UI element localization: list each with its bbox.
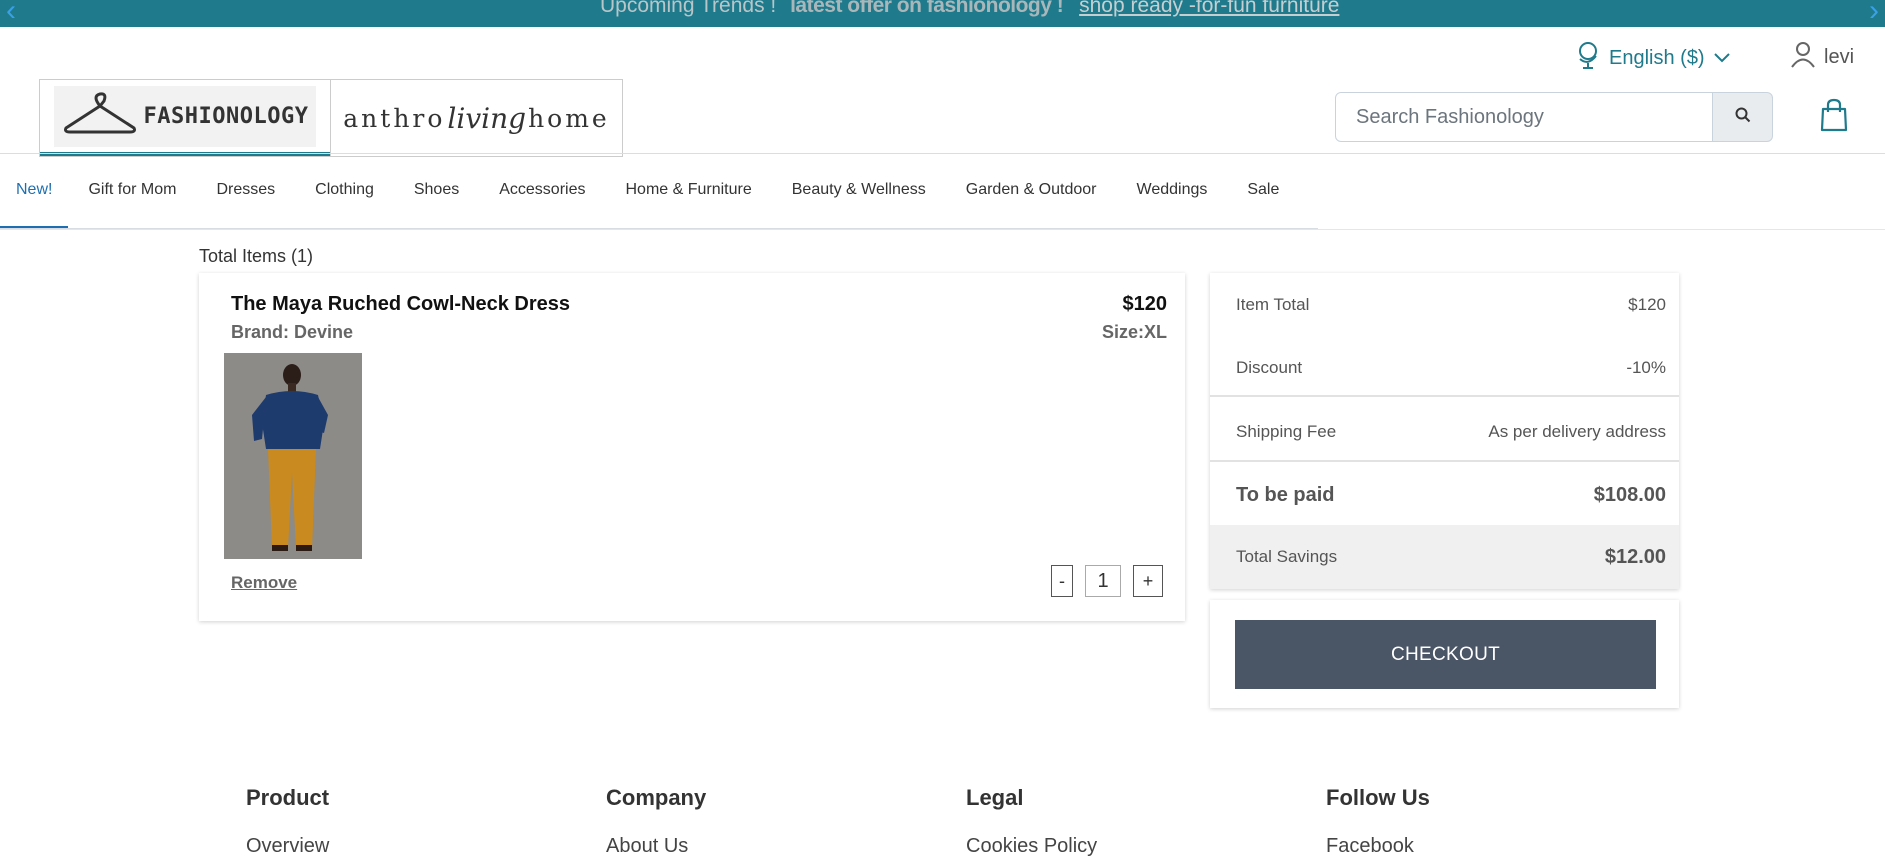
hanger-icon bbox=[62, 91, 138, 141]
product-image[interactable] bbox=[224, 353, 362, 559]
cart-item-card: The Maya Ruched Cowl-Neck Dress Brand: D… bbox=[199, 273, 1185, 621]
nav-bottom-divider bbox=[0, 229, 1885, 230]
item-total-label: Item Total bbox=[1236, 295, 1310, 314]
fashionology-logo-text: FASHIONOLOGY bbox=[143, 103, 309, 129]
footer-col-company: Company About Us bbox=[606, 785, 706, 858]
brand-logos: FASHIONOLOGY anthro living home bbox=[39, 79, 623, 157]
banner-link[interactable]: shop ready -for-fun furniture bbox=[1079, 0, 1339, 17]
anthro-text-right: home bbox=[528, 103, 610, 133]
footer-col-product: Product Overview bbox=[246, 785, 329, 858]
language-selector[interactable]: English ($) bbox=[1575, 40, 1731, 76]
language-label: English ($) bbox=[1609, 46, 1705, 69]
nav-item-sale[interactable]: Sale bbox=[1227, 154, 1299, 228]
summary-total-savings: Total Savings $12.00 bbox=[1210, 539, 1679, 575]
shipping-label: Shipping Fee bbox=[1236, 422, 1337, 441]
summary-divider bbox=[1210, 395, 1679, 397]
promo-banner: ‹ Upcoming Trends ! latest offer on fash… bbox=[0, 0, 1885, 27]
nav-item-accessories[interactable]: Accessories bbox=[479, 154, 605, 228]
nav-item-garden-outdoor[interactable]: Garden & Outdoor bbox=[946, 154, 1117, 228]
discount-value: -10% bbox=[1626, 358, 1666, 377]
total-savings-label: Total Savings bbox=[1236, 547, 1338, 566]
search-bar bbox=[1335, 92, 1773, 142]
footer-heading: Company bbox=[606, 785, 707, 810]
nav-item-gift-for-mom[interactable]: Gift for Mom bbox=[68, 154, 196, 228]
nav-item-dresses[interactable]: Dresses bbox=[196, 154, 295, 228]
product-brand: Brand: Devine bbox=[231, 322, 354, 342]
nav-item-new[interactable]: New! bbox=[0, 154, 69, 228]
checkout-button[interactable]: CHECKOUT bbox=[1235, 620, 1656, 689]
footer-heading: Product bbox=[246, 785, 330, 810]
quantity-stepper: - 1 + bbox=[1051, 565, 1163, 597]
summary-discount: Discount -10% bbox=[1210, 350, 1679, 386]
summary-to-be-paid: To be paid $108.00 bbox=[1210, 477, 1679, 513]
order-summary: Item Total $120 Discount -10% Shipping F… bbox=[1210, 273, 1679, 589]
user-icon bbox=[1790, 40, 1816, 74]
total-items-count: Total Items (1) bbox=[199, 246, 314, 266]
quantity-value[interactable]: 1 bbox=[1085, 565, 1121, 597]
category-nav: New! Gift for Mom Dresses Clothing Shoes… bbox=[0, 154, 1318, 230]
user-account[interactable]: levi bbox=[1790, 40, 1854, 74]
checkout-card: CHECKOUT bbox=[1210, 600, 1679, 708]
footer-heading: Follow Us bbox=[1326, 785, 1430, 810]
footer-link[interactable]: About Us bbox=[606, 835, 706, 858]
summary-shipping: Shipping Fee As per delivery address bbox=[1210, 414, 1679, 450]
quantity-increase-button[interactable]: + bbox=[1133, 565, 1163, 597]
nav-item-weddings[interactable]: Weddings bbox=[1117, 154, 1228, 228]
search-input[interactable] bbox=[1335, 92, 1713, 142]
fashionology-logo[interactable]: FASHIONOLOGY bbox=[40, 80, 330, 156]
chevron-down-icon bbox=[1713, 47, 1731, 70]
chevron-left-icon[interactable]: ‹ bbox=[6, 0, 16, 26]
search-icon bbox=[1735, 107, 1751, 128]
product-size: Size:XL bbox=[1101, 322, 1167, 342]
nav-item-home-furniture[interactable]: Home & Furniture bbox=[605, 154, 771, 228]
product-name[interactable]: The Maya Ruched Cowl-Neck Dress bbox=[231, 293, 570, 316]
nav-item-beauty-wellness[interactable]: Beauty & Wellness bbox=[772, 154, 946, 228]
to-be-paid-label: To be paid bbox=[1236, 483, 1335, 506]
footer-link[interactable]: Overview bbox=[246, 835, 329, 858]
footer-col-legal: Legal Cookies Policy bbox=[966, 785, 1097, 858]
item-total-value: $120 bbox=[1628, 295, 1666, 314]
summary-item-total: Item Total $120 bbox=[1210, 287, 1679, 323]
user-name: levi bbox=[1824, 45, 1855, 68]
total-savings-value: $12.00 bbox=[1604, 545, 1666, 568]
anthro-text-script: living bbox=[447, 101, 527, 135]
chevron-right-icon[interactable]: › bbox=[1869, 0, 1879, 26]
remove-link[interactable]: Remove bbox=[231, 573, 297, 593]
footer-heading: Legal bbox=[966, 785, 1024, 810]
footer-col-follow-us: Follow Us Facebook bbox=[1326, 785, 1430, 858]
anthro-text-left: anthro bbox=[343, 103, 446, 133]
search-button[interactable] bbox=[1713, 92, 1773, 142]
to-be-paid-value: $108.00 bbox=[1593, 483, 1666, 506]
shopping-bag-icon[interactable] bbox=[1820, 98, 1848, 137]
banner-offer: latest offer on fashionology ! bbox=[790, 0, 1064, 17]
product-price: $120 bbox=[1122, 293, 1168, 315]
anthroliving-logo[interactable]: anthro living home bbox=[330, 80, 622, 156]
globe-icon bbox=[1575, 40, 1601, 76]
banner-upcoming: Upcoming Trends ! bbox=[600, 0, 777, 17]
nav-item-clothing[interactable]: Clothing bbox=[295, 154, 394, 228]
discount-label: Discount bbox=[1236, 358, 1303, 377]
quantity-decrease-button[interactable]: - bbox=[1051, 565, 1073, 597]
nav-item-shoes[interactable]: Shoes bbox=[394, 154, 479, 228]
summary-divider bbox=[1210, 460, 1679, 462]
banner-text: Upcoming Trends ! latest offer on fashio… bbox=[600, 0, 1339, 18]
footer-link[interactable]: Cookies Policy bbox=[966, 835, 1097, 858]
shipping-value: As per delivery address bbox=[1488, 422, 1666, 441]
footer-link[interactable]: Facebook bbox=[1326, 835, 1430, 858]
